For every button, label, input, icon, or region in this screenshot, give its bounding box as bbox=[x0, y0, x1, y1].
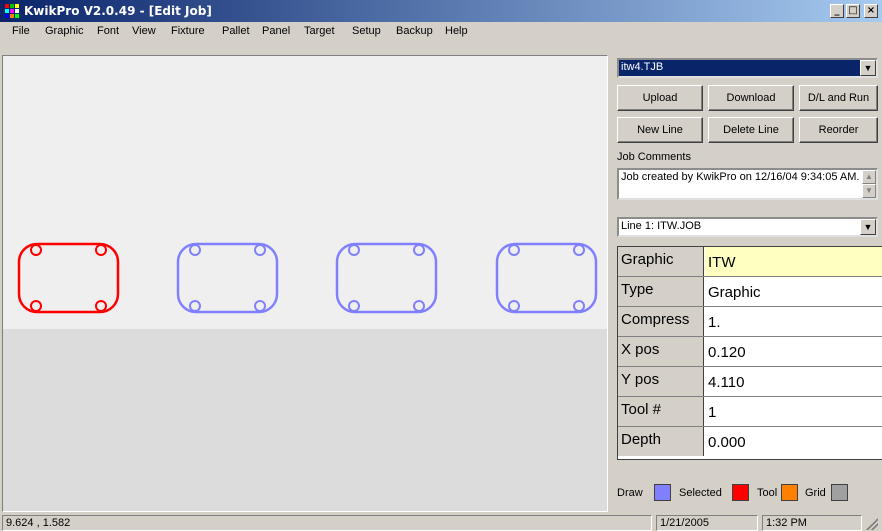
graphic-hole bbox=[254, 300, 266, 312]
chevron-down-icon[interactable]: ▼ bbox=[860, 219, 876, 235]
title-bar: KwikPro V2.0.49 - [Edit Job] _ □ × bbox=[0, 0, 882, 22]
property-row-compress[interactable]: Compress 1. bbox=[618, 307, 882, 337]
download-button[interactable]: Download bbox=[708, 85, 794, 111]
legend-grid-label: Grid bbox=[805, 487, 826, 499]
download-and-run-button[interactable]: D/L and Run bbox=[799, 85, 878, 111]
graphic-hole bbox=[348, 244, 360, 256]
property-value[interactable]: 1. bbox=[705, 307, 882, 336]
legend-tool-label: Tool bbox=[757, 487, 778, 499]
tool-color-swatch[interactable] bbox=[781, 484, 798, 501]
property-value[interactable]: 0.120 bbox=[705, 337, 882, 366]
menu-view[interactable]: View bbox=[132, 25, 156, 37]
job-comments-label: Job Comments bbox=[617, 151, 691, 163]
menu-fixture[interactable]: Fixture bbox=[171, 25, 205, 37]
graphic-hole bbox=[413, 244, 425, 256]
draw-color-swatch[interactable] bbox=[654, 484, 671, 501]
delete-line-button[interactable]: Delete Line bbox=[708, 117, 794, 143]
job-panel: itw4.TJB ▼ Upload Download D/L and Run N… bbox=[612, 55, 882, 512]
minimize-button[interactable]: _ bbox=[830, 4, 844, 18]
graphic-hole bbox=[413, 300, 425, 312]
line-select[interactable]: Line 1: ITW.JOB ▼ bbox=[617, 217, 878, 237]
window-title: KwikPro V2.0.49 - [Edit Job] bbox=[24, 4, 212, 18]
graphic-3[interactable] bbox=[335, 242, 438, 314]
property-row-graphic[interactable]: Graphic ITW bbox=[618, 247, 882, 277]
selected-color-swatch[interactable] bbox=[732, 484, 749, 501]
job-comments-field[interactable]: Job created by KwikPro on 12/16/04 9:34:… bbox=[617, 168, 878, 200]
graphic-hole bbox=[254, 244, 266, 256]
new-line-button[interactable]: New Line bbox=[617, 117, 703, 143]
upload-button[interactable]: Upload bbox=[617, 85, 703, 111]
property-value[interactable]: 0.000 bbox=[705, 427, 882, 456]
properties-grid: Graphic ITW Type Graphic Compress 1. X p… bbox=[617, 246, 882, 460]
menu-graphic[interactable]: Graphic bbox=[45, 25, 84, 37]
close-button[interactable]: × bbox=[864, 4, 878, 18]
graphic-hole bbox=[95, 300, 107, 312]
coordinates-readout: 9.624 , 1.582 bbox=[2, 515, 652, 531]
menu-setup[interactable]: Setup bbox=[352, 25, 381, 37]
property-value[interactable]: 1 bbox=[705, 397, 882, 426]
property-row-depth[interactable]: Depth 0.000 bbox=[618, 427, 882, 457]
property-key: Compress bbox=[618, 307, 704, 336]
graphic-hole bbox=[573, 300, 585, 312]
graphic-hole bbox=[30, 300, 42, 312]
file-select[interactable]: itw4.TJB ▼ bbox=[617, 58, 878, 78]
job-comments-text: Job created by KwikPro on 12/16/04 9:34:… bbox=[621, 171, 860, 183]
menu-target[interactable]: Target bbox=[304, 25, 335, 37]
property-key: Y pos bbox=[618, 367, 704, 396]
resize-grip-icon[interactable] bbox=[866, 518, 878, 530]
menu-backup[interactable]: Backup bbox=[396, 25, 433, 37]
scroll-up-icon[interactable]: ▲ bbox=[862, 170, 876, 184]
graphic-hole bbox=[30, 244, 42, 256]
property-row-ypos[interactable]: Y pos 4.110 bbox=[618, 367, 882, 397]
graphic-hole bbox=[508, 300, 520, 312]
graphic-1[interactable] bbox=[17, 242, 120, 314]
property-key: Depth bbox=[618, 427, 704, 456]
line-select-value: Line 1: ITW.JOB bbox=[621, 220, 702, 232]
legend-selected-label: Selected bbox=[679, 487, 722, 499]
property-value[interactable]: Graphic bbox=[705, 277, 882, 306]
status-date: 1/21/2005 bbox=[656, 515, 758, 531]
legend-draw-label: Draw bbox=[617, 487, 643, 499]
grid-color-swatch[interactable] bbox=[831, 484, 848, 501]
property-key: Type bbox=[618, 277, 704, 306]
graphic-2[interactable] bbox=[176, 242, 279, 314]
drawing-canvas[interactable] bbox=[2, 55, 608, 512]
file-select-value: itw4.TJB bbox=[621, 61, 664, 73]
chevron-down-icon[interactable]: ▼ bbox=[860, 60, 876, 76]
property-row-type[interactable]: Type Graphic bbox=[618, 277, 882, 307]
menu-bar: File Graphic Font View Fixture Pallet Pa… bbox=[0, 22, 882, 42]
maximize-button[interactable]: □ bbox=[846, 4, 860, 18]
menu-panel[interactable]: Panel bbox=[262, 25, 290, 37]
app-icon bbox=[5, 4, 19, 18]
reorder-button[interactable]: Reorder bbox=[799, 117, 878, 143]
property-row-xpos[interactable]: X pos 0.120 bbox=[618, 337, 882, 367]
property-key: Tool # bbox=[618, 397, 704, 426]
graphic-hole bbox=[573, 244, 585, 256]
graphics-layer bbox=[17, 242, 598, 314]
scroll-down-icon[interactable]: ▼ bbox=[862, 184, 876, 198]
property-key: X pos bbox=[618, 337, 704, 366]
graphic-hole bbox=[508, 244, 520, 256]
menu-font[interactable]: Font bbox=[97, 25, 119, 37]
menu-pallet[interactable]: Pallet bbox=[222, 25, 250, 37]
menu-help[interactable]: Help bbox=[445, 25, 468, 37]
graphic-hole bbox=[189, 244, 201, 256]
property-key: Graphic bbox=[618, 247, 704, 276]
property-row-tool[interactable]: Tool # 1 bbox=[618, 397, 882, 427]
menu-file[interactable]: File bbox=[12, 25, 30, 37]
status-bar: 9.624 , 1.582 1/21/2005 1:32 PM bbox=[0, 514, 882, 531]
graphic-4[interactable] bbox=[495, 242, 598, 314]
graphic-hole bbox=[189, 300, 201, 312]
status-time: 1:32 PM bbox=[762, 515, 862, 531]
graphic-hole bbox=[95, 244, 107, 256]
property-value[interactable]: ITW bbox=[705, 247, 882, 276]
property-value[interactable]: 4.110 bbox=[705, 367, 882, 396]
graphic-hole bbox=[348, 300, 360, 312]
